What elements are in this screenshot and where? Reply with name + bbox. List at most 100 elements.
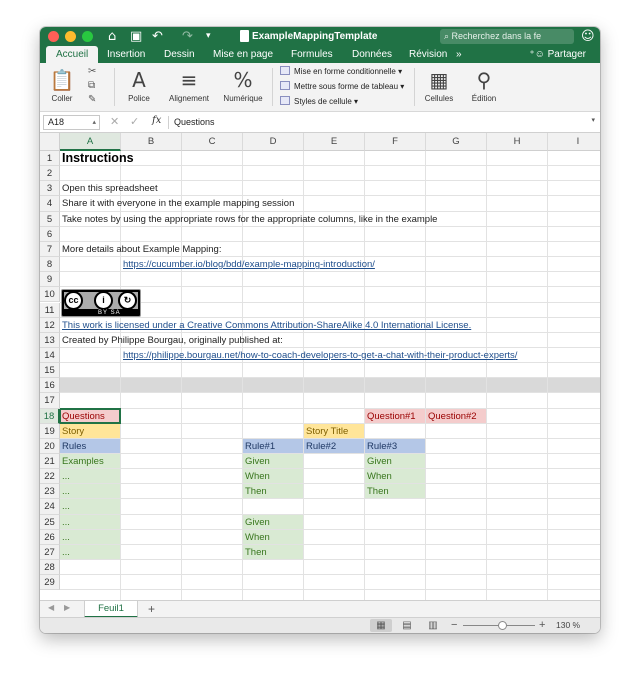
save-icon[interactable]: ▣ bbox=[130, 28, 142, 45]
row-header-15[interactable]: 15 bbox=[40, 363, 60, 379]
cell-f18: Question#1 bbox=[367, 410, 416, 422]
format-as-table-button[interactable]: Mettre sous forme de tableau ▾ bbox=[280, 80, 404, 94]
column-header-h[interactable]: H bbox=[487, 133, 548, 151]
undo-icon[interactable]: ↶ bbox=[152, 28, 163, 45]
row-header-14[interactable]: 14 bbox=[40, 347, 60, 364]
column-header-i[interactable]: I bbox=[548, 133, 600, 151]
column-header-b[interactable]: B bbox=[121, 133, 182, 151]
sheet-tab-feuil1[interactable]: Feuil1 bbox=[84, 601, 138, 618]
select-all-corner[interactable] bbox=[40, 133, 60, 151]
insert-function-button[interactable]: fx bbox=[152, 115, 161, 126]
row-header-6[interactable]: 6 bbox=[40, 226, 60, 242]
row-header-23[interactable]: 23 bbox=[40, 484, 60, 500]
cell-fill bbox=[60, 378, 600, 393]
hyperlink-r14[interactable]: https://philippe.bourgau.net/how-to-coac… bbox=[121, 348, 517, 363]
zoom-in-button[interactable]: + bbox=[539, 618, 545, 633]
account-icon[interactable]: ☺ bbox=[581, 28, 595, 45]
chevron-down-icon[interactable]: ▾ bbox=[591, 116, 595, 124]
row-header-21[interactable]: 21 bbox=[40, 454, 60, 470]
customize-toolbar-icon[interactable]: ▾ bbox=[206, 28, 211, 45]
hyperlink-r8[interactable]: https://cucumber.io/blog/bdd/example-map… bbox=[121, 257, 375, 272]
row-header-16[interactable]: 16 bbox=[40, 378, 60, 394]
conditional-format-button[interactable]: Mise en forme conditionnelle ▾ bbox=[280, 65, 402, 79]
by-icon: i bbox=[94, 291, 113, 310]
document-icon bbox=[240, 30, 249, 42]
cancel-icon[interactable]: ✕ bbox=[110, 115, 119, 128]
previous-sheet-icon[interactable]: ◀ bbox=[48, 603, 54, 612]
column-header-c[interactable]: C bbox=[182, 133, 243, 151]
row-header-29[interactable]: 29 bbox=[40, 575, 60, 591]
cell-a23: ... bbox=[62, 486, 70, 498]
row-header-1[interactable]: 1 bbox=[40, 151, 60, 167]
cells-button[interactable]: ▦ Cellules bbox=[420, 63, 458, 112]
cell-styles-button[interactable]: Styles de cellule ▾ bbox=[280, 95, 358, 109]
redo-icon[interactable]: ↷ bbox=[182, 28, 193, 45]
row-header-10[interactable]: 10 bbox=[40, 287, 60, 303]
formula-input[interactable]: Questions bbox=[174, 116, 215, 129]
row-header-8[interactable]: 8 bbox=[40, 257, 60, 273]
normal-view-icon[interactable]: ▦ bbox=[370, 619, 392, 632]
cell-g18: Question#2 bbox=[428, 410, 477, 422]
row-header-17[interactable]: 17 bbox=[40, 393, 60, 409]
column-header-d[interactable]: D bbox=[243, 133, 304, 151]
column-header-g[interactable]: G bbox=[426, 133, 487, 151]
tab-formules[interactable]: Formules bbox=[291, 46, 333, 63]
row-header-3[interactable]: 3 bbox=[40, 181, 60, 197]
row-header-5[interactable]: 5 bbox=[40, 211, 60, 227]
tab-dessin[interactable]: Dessin bbox=[164, 46, 195, 63]
row-header-24[interactable]: 24 bbox=[40, 499, 60, 515]
format-painter-icon[interactable]: ✎ bbox=[88, 94, 96, 105]
next-sheet-icon[interactable]: ▶ bbox=[64, 603, 70, 612]
tab-donnees[interactable]: Données bbox=[352, 46, 392, 63]
name-box[interactable]: A18 ▴▾ bbox=[43, 115, 100, 139]
paste-button[interactable]: 📋 Coller bbox=[46, 63, 78, 112]
row-header-13[interactable]: 13 bbox=[40, 332, 60, 348]
row-header-22[interactable]: 22 bbox=[40, 469, 60, 485]
alignment-button[interactable]: ≡ Alignement bbox=[164, 63, 214, 112]
page-layout-view-icon[interactable]: ▤ bbox=[396, 619, 418, 632]
percent-icon: % bbox=[233, 68, 253, 92]
row-header-7[interactable]: 7 bbox=[40, 241, 60, 258]
row-header-11[interactable]: 11 bbox=[40, 302, 60, 318]
cells-area[interactable]: cc i ↻ BY SA Instructions Open this sprea… bbox=[60, 151, 600, 600]
tab-revision[interactable]: Révision bbox=[409, 46, 447, 63]
zoom-window-button[interactable] bbox=[82, 31, 93, 42]
row-header-2[interactable]: 2 bbox=[40, 166, 60, 182]
row-header-20[interactable]: 20 bbox=[40, 438, 60, 454]
row-header-27[interactable]: 27 bbox=[40, 544, 60, 561]
row-header-28[interactable]: 28 bbox=[40, 560, 60, 576]
font-button[interactable]: A Police bbox=[120, 63, 158, 112]
zoom-out-button[interactable]: − bbox=[451, 618, 457, 633]
share-button[interactable]: ⁺☺ Partager bbox=[529, 46, 586, 63]
search-input[interactable]: ⌕ Recherchez dans la fe bbox=[440, 29, 574, 44]
confirm-icon[interactable]: ✓ bbox=[130, 115, 139, 128]
status-bar: ▦ ▤ ▥ − + 130 % bbox=[40, 617, 600, 633]
hyperlink-r12[interactable]: This work is licensed under a Creative C… bbox=[60, 318, 471, 333]
row-header-25[interactable]: 25 bbox=[40, 514, 60, 530]
row-header-9[interactable]: 9 bbox=[40, 272, 60, 288]
add-sheet-button[interactable]: + bbox=[148, 601, 155, 617]
close-window-button[interactable] bbox=[48, 31, 59, 42]
tab-insertion[interactable]: Insertion bbox=[107, 46, 145, 63]
column-header-a[interactable]: A bbox=[60, 133, 121, 151]
column-header-f[interactable]: F bbox=[365, 133, 426, 151]
cut-icon[interactable]: ✂ bbox=[88, 66, 96, 77]
row-header-12[interactable]: 12 bbox=[40, 317, 60, 333]
row-header-18[interactable]: 18 bbox=[40, 408, 60, 424]
number-format-button[interactable]: % Numérique bbox=[220, 63, 266, 112]
copy-icon[interactable]: ⧉ bbox=[88, 80, 95, 91]
formula-bar: A18 ▴▾ ✕ ✓ fx Questions ▾ bbox=[40, 112, 600, 139]
tab-mise-en-page[interactable]: Mise en page bbox=[213, 46, 273, 63]
row-header-19[interactable]: 19 bbox=[40, 423, 60, 439]
table-icon bbox=[280, 81, 290, 90]
zoom-slider-thumb[interactable] bbox=[497, 621, 507, 630]
editing-button[interactable]: ⚲ Édition bbox=[466, 63, 502, 112]
home-icon[interactable]: ⌂ bbox=[108, 28, 116, 45]
row-header-4[interactable]: 4 bbox=[40, 196, 60, 212]
row-header-26[interactable]: 26 bbox=[40, 529, 60, 545]
tab-accueil[interactable]: Accueil bbox=[46, 46, 99, 63]
minimize-window-button[interactable] bbox=[65, 31, 76, 42]
more-tabs-button[interactable]: » bbox=[456, 46, 462, 63]
page-break-view-icon[interactable]: ▥ bbox=[422, 619, 444, 632]
column-header-e[interactable]: E bbox=[304, 133, 365, 151]
